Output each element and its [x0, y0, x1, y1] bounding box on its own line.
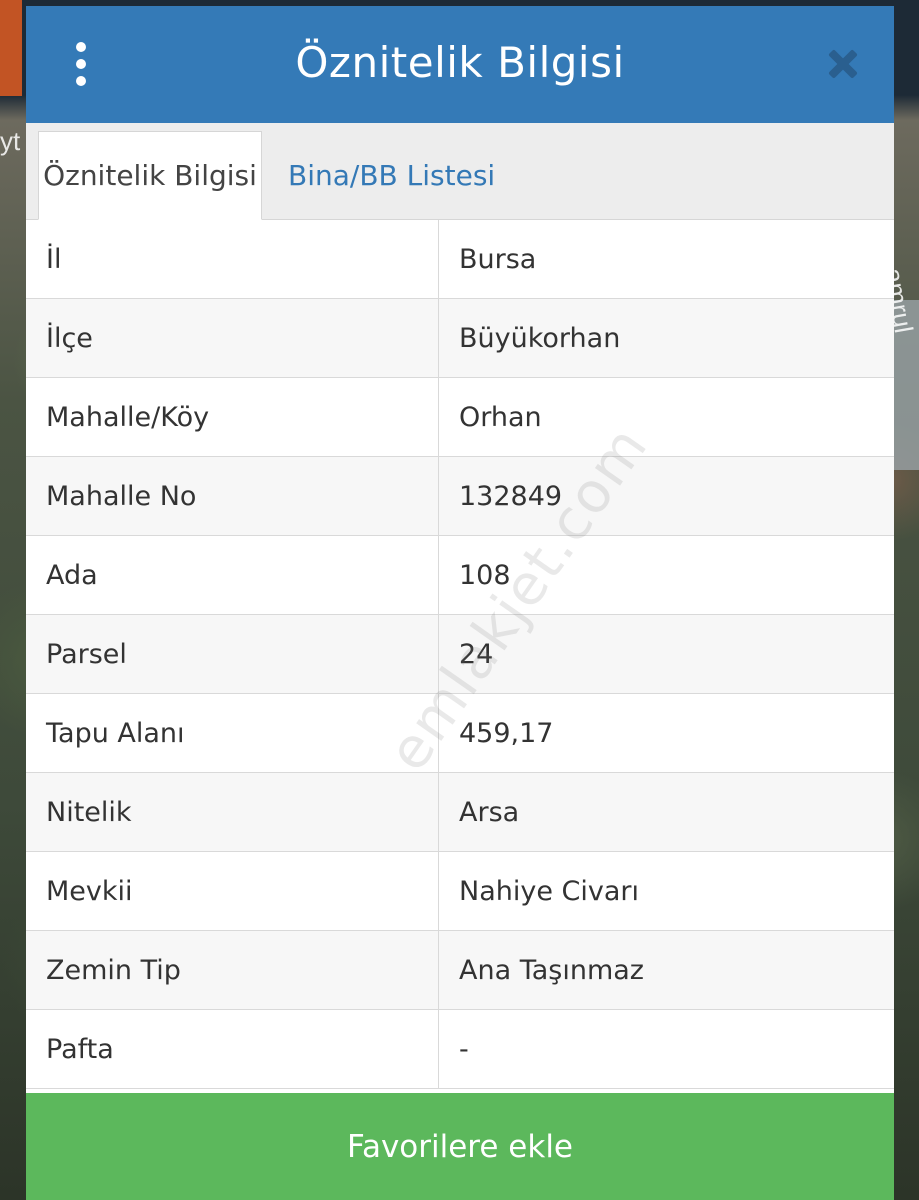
modal-header: Öznitelik Bilgisi [26, 6, 894, 123]
modal-title: Öznitelik Bilgisi [295, 38, 625, 87]
table-row: Mevkii Nahiye Civarı [26, 851, 894, 931]
attribute-value: 459,17 [438, 693, 894, 773]
attribute-key: Parsel [26, 614, 439, 694]
attribute-key: Mahalle No [26, 456, 439, 536]
attribute-value: Arsa [438, 772, 894, 852]
table-row: Pafta - [26, 1009, 894, 1089]
attribute-key: Zemin Tip [26, 930, 439, 1010]
attribute-key: Pafta [26, 1009, 439, 1089]
attribute-value: 108 [438, 535, 894, 615]
attribute-key: İl [26, 220, 439, 299]
table-row: Zemin Tip Ana Taşınmaz [26, 930, 894, 1010]
attribute-value: Büyükorhan [438, 298, 894, 378]
table-row: Ada 108 [26, 535, 894, 615]
attribute-value: Ana Taşınmaz [438, 930, 894, 1010]
attribute-info-modal: Öznitelik Bilgisi Öznitelik Bilgisi Bina… [26, 6, 894, 1200]
map-feature [0, 0, 22, 96]
attribute-value: 24 [438, 614, 894, 694]
attribute-key: Mevkii [26, 851, 439, 931]
attribute-key: İlçe [26, 298, 439, 378]
attribute-value: 132849 [438, 456, 894, 536]
table-row: Parsel 24 [26, 614, 894, 694]
add-to-favorites-button[interactable]: Favorilere ekle [26, 1093, 894, 1200]
table-row: İlçe Büyükorhan [26, 298, 894, 378]
attribute-key: Ada [26, 535, 439, 615]
close-icon[interactable] [824, 44, 864, 84]
attribute-value: Nahiye Civarı [438, 851, 894, 931]
attribute-key: Nitelik [26, 772, 439, 852]
table-row: İl Bursa [26, 220, 894, 299]
attribute-value: - [438, 1009, 894, 1089]
map-road-label-left: yt [0, 126, 21, 156]
table-row: Nitelik Arsa [26, 772, 894, 852]
attribute-table: İl Bursa İlçe Büyükorhan Mahalle/Köy Orhan Mah… [26, 220, 894, 1089]
attribute-value: Bursa [438, 220, 894, 299]
tab-building-list[interactable]: Bina/BB Listesi [288, 131, 495, 219]
attribute-value: Orhan [438, 377, 894, 457]
tab-attribute-info[interactable]: Öznitelik Bilgisi [38, 131, 262, 220]
tab-bar: Öznitelik Bilgisi Bina/BB Listesi [26, 123, 894, 220]
table-row: Tapu Alanı 459,17 [26, 693, 894, 773]
table-row: Mahalle/Köy Orhan [26, 377, 894, 457]
attribute-key: Mahalle/Köy [26, 377, 439, 457]
attribute-key: Tapu Alanı [26, 693, 439, 773]
table-row: Mahalle No 132849 [26, 456, 894, 536]
